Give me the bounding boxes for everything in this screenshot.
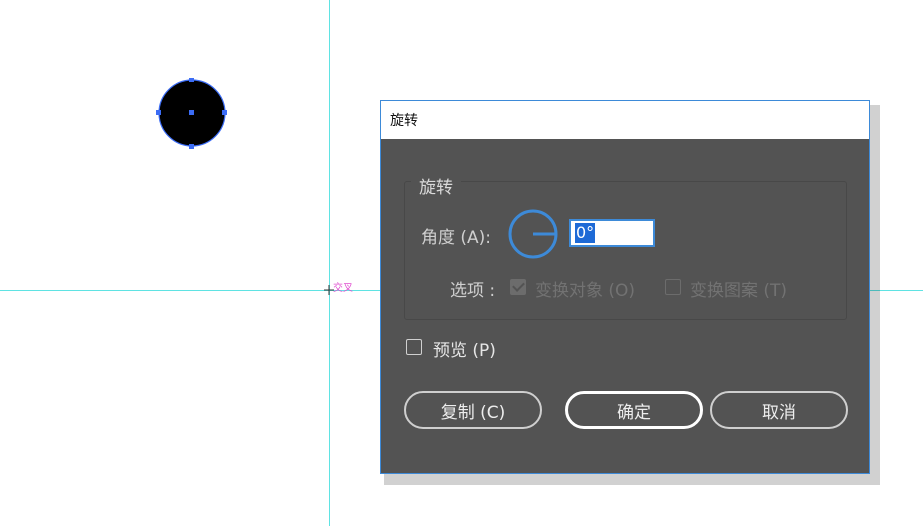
transform-objects-checkbox[interactable] [510,279,526,295]
ok-button[interactable]: 确定 [565,391,703,429]
copy-button[interactable]: 复制 (C) [404,391,542,429]
ok-button-label: 确定 [617,402,651,423]
cancel-button-label: 取消 [762,402,796,423]
smart-guide-intersect-label: 交叉 [333,283,353,294]
options-label: 选项 : [450,281,496,301]
copy-button-label: 复制 (C) [440,402,506,423]
rotate-dialog: 旋转 旋转 角度 (A): 0° 选项 : 变换对象 (O) 变换图案 (T) … [380,100,870,474]
preview-checkbox[interactable] [406,339,422,355]
preview-label: 预览 (P) [433,341,496,361]
transform-objects-label: 变换对象 (O) [535,281,636,301]
transform-patterns-label: 变换图案 (T) [690,281,788,301]
transform-patterns-checkbox[interactable] [665,279,681,295]
vertical-guide[interactable] [329,0,330,526]
cancel-button[interactable]: 取消 [710,391,848,429]
angle-input[interactable]: 0° [569,219,655,247]
angle-dial-icon[interactable] [507,208,559,260]
crosshair-icon [324,285,334,295]
dialog-title: 旋转 [390,113,418,129]
angle-label: 角度 (A): [421,228,492,248]
dialog-titlebar[interactable]: 旋转 [381,101,869,139]
angle-input-value: 0° [575,223,596,243]
selected-circle-object[interactable] [156,78,228,150]
rotate-group-label: 旋转 [411,173,461,198]
